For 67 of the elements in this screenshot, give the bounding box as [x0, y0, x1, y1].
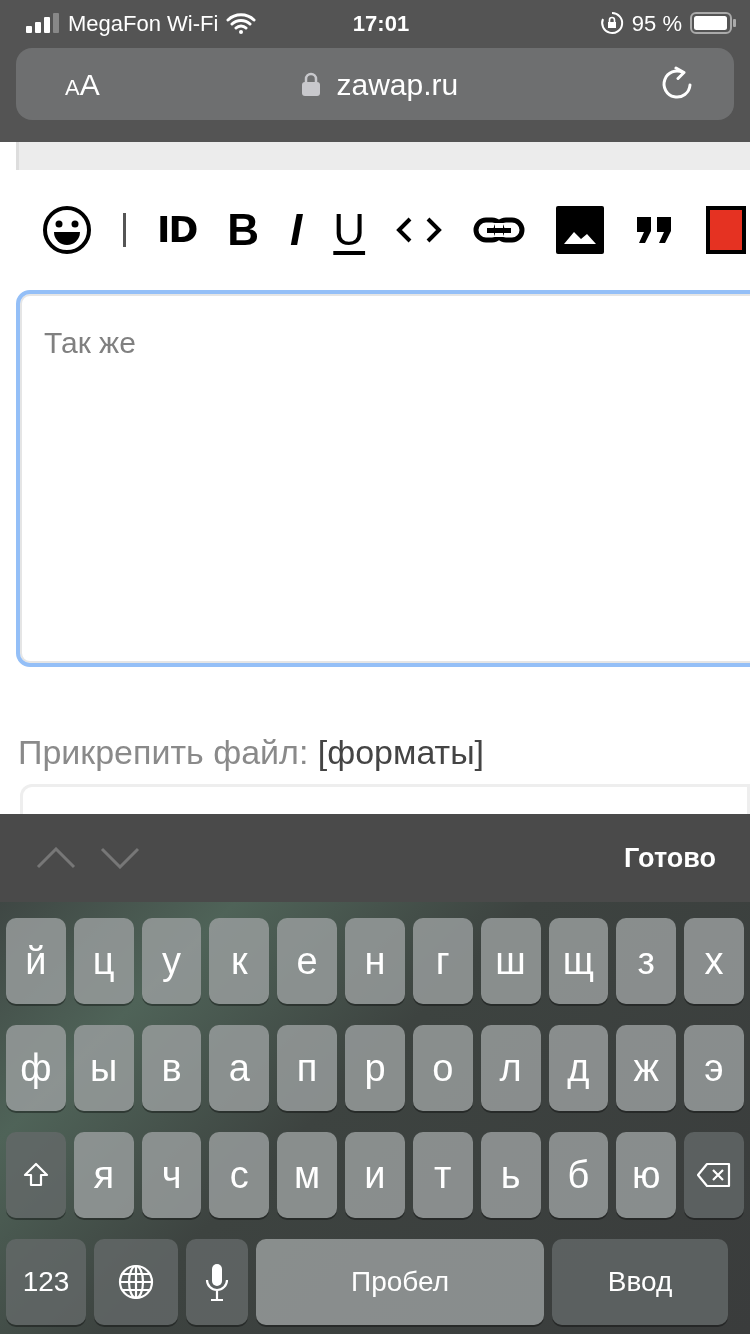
- address-bar[interactable]: AA zawap.ru: [16, 48, 734, 120]
- italic-button[interactable]: I: [290, 208, 303, 252]
- key[interactable]: щ: [548, 918, 609, 1004]
- key[interactable]: ь: [480, 1132, 541, 1218]
- key[interactable]: л: [480, 1025, 541, 1111]
- image-icon[interactable]: [556, 206, 605, 254]
- underline-button[interactable]: U: [333, 208, 366, 252]
- key[interactable]: ф: [6, 1025, 66, 1111]
- numbers-key[interactable]: 123: [6, 1239, 86, 1325]
- battery-percent: 95 %: [631, 9, 682, 38]
- backspace-icon: [696, 1162, 733, 1188]
- lock-icon: [302, 72, 321, 96]
- formats-link[interactable]: [форматы]: [317, 733, 484, 771]
- color-swatch-icon[interactable]: [706, 206, 747, 254]
- key[interactable]: о: [412, 1025, 473, 1111]
- backspace-key[interactable]: [684, 1132, 744, 1218]
- signal-icon: [26, 13, 60, 33]
- key[interactable]: ю: [616, 1132, 677, 1218]
- shift-icon: [22, 1162, 49, 1188]
- clock-time: 17:01: [352, 9, 410, 38]
- key[interactable]: м: [277, 1132, 338, 1218]
- key[interactable]: ш: [480, 918, 541, 1004]
- key[interactable]: у: [141, 918, 202, 1004]
- done-button[interactable]: Готово: [624, 837, 716, 879]
- key[interactable]: з: [616, 918, 677, 1004]
- key[interactable]: а: [209, 1025, 270, 1111]
- smiley-icon[interactable]: [42, 205, 92, 255]
- microphone-key[interactable]: [186, 1239, 248, 1325]
- key[interactable]: к: [209, 918, 270, 1004]
- text-size-button[interactable]: AA: [64, 60, 101, 108]
- key[interactable]: б: [548, 1132, 609, 1218]
- reload-icon[interactable]: [660, 66, 694, 102]
- key[interactable]: п: [277, 1025, 338, 1111]
- key[interactable]: т: [412, 1132, 473, 1218]
- microphone-icon: [204, 1262, 230, 1302]
- key[interactable]: й: [6, 918, 66, 1004]
- key[interactable]: р: [345, 1025, 405, 1111]
- key[interactable]: е: [277, 918, 338, 1004]
- key[interactable]: х: [684, 918, 744, 1004]
- key[interactable]: в: [141, 1025, 202, 1111]
- key[interactable]: н: [345, 918, 405, 1004]
- key[interactable]: д: [548, 1025, 609, 1111]
- shift-key[interactable]: [6, 1132, 66, 1218]
- key[interactable]: ы: [73, 1025, 134, 1111]
- link-icon[interactable]: [473, 216, 526, 244]
- key[interactable]: ж: [616, 1025, 677, 1111]
- key[interactable]: ч: [141, 1132, 202, 1218]
- message-input[interactable]: Так же: [16, 290, 750, 667]
- rotation-lock-icon: [599, 11, 624, 35]
- bold-button[interactable]: B: [227, 208, 260, 252]
- wifi-icon: [226, 12, 257, 34]
- globe-key[interactable]: [94, 1239, 178, 1325]
- key[interactable]: с: [209, 1132, 270, 1218]
- attach-label: Прикрепить файл:: [18, 733, 309, 771]
- globe-icon: [117, 1263, 155, 1301]
- url-text: zawap.ru: [336, 66, 459, 103]
- key[interactable]: и: [345, 1132, 405, 1218]
- code-icon[interactable]: [396, 215, 443, 245]
- space-key[interactable]: Пробел: [256, 1239, 544, 1325]
- key[interactable]: ц: [73, 918, 134, 1004]
- key[interactable]: э: [684, 1025, 744, 1111]
- carrier-name: MegaFon Wi-Fi: [68, 9, 219, 38]
- key[interactable]: я: [73, 1132, 134, 1218]
- return-key[interactable]: Ввод: [552, 1239, 728, 1325]
- key[interactable]: г: [412, 918, 473, 1004]
- id-button[interactable]: ID: [157, 212, 197, 248]
- battery-icon: [690, 12, 736, 34]
